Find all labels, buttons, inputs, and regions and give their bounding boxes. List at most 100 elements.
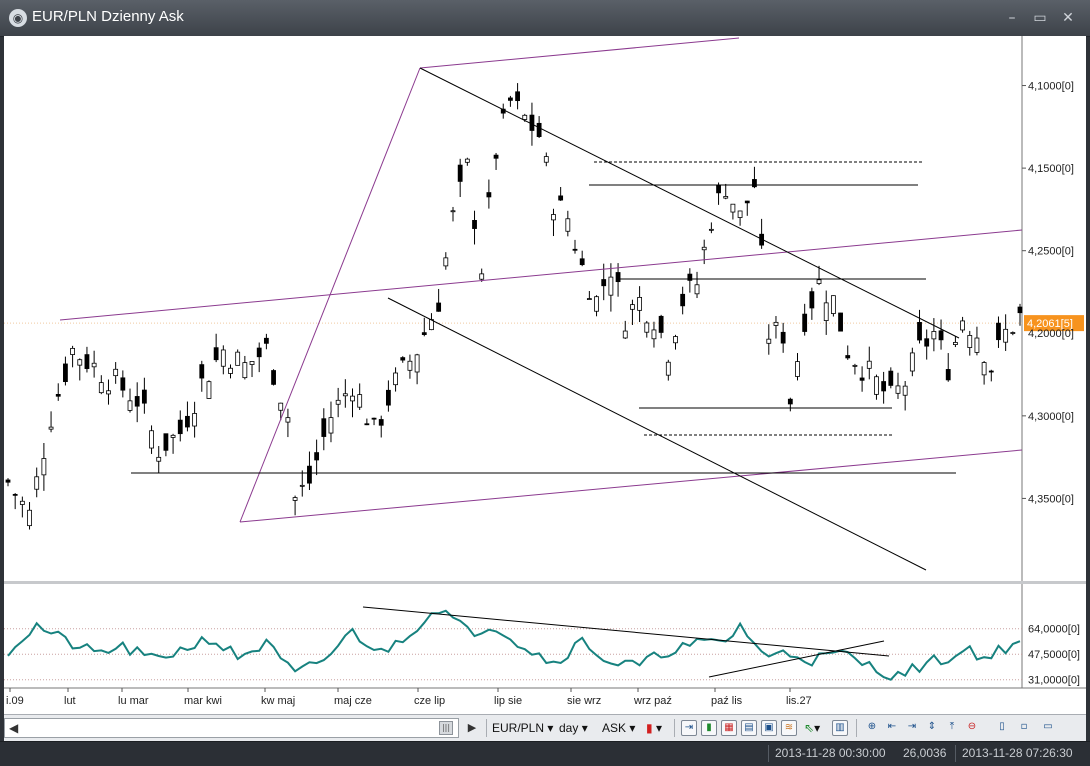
candle-body[interactable] xyxy=(163,433,169,451)
candle-body[interactable] xyxy=(730,203,736,213)
candle-body[interactable] xyxy=(816,279,822,284)
candle-wide-icon[interactable]: ▭ xyxy=(1040,720,1056,736)
candle-body[interactable] xyxy=(464,158,470,163)
candle-body[interactable] xyxy=(917,322,922,341)
horizontal-scrollbar[interactable]: ◀ ||| xyxy=(4,718,459,738)
candle-body[interactable] xyxy=(515,91,520,102)
candle-body[interactable] xyxy=(400,357,406,361)
bar-chart-icon[interactable]: ▦ xyxy=(721,720,737,736)
candle-body[interactable] xyxy=(292,497,298,501)
candle-body[interactable] xyxy=(235,351,241,366)
zoom-in-icon[interactable]: ⊕ xyxy=(864,720,880,736)
candle-body[interactable] xyxy=(113,368,119,377)
close-button[interactable]: ✕ xyxy=(1058,9,1078,27)
candle-body[interactable] xyxy=(1017,306,1023,314)
downtrend-lower-line[interactable] xyxy=(387,297,927,571)
candle-body[interactable] xyxy=(902,385,908,396)
candle-body[interactable] xyxy=(350,395,355,402)
candle-body[interactable] xyxy=(945,369,951,381)
candle-body[interactable] xyxy=(443,257,449,267)
candle-body[interactable] xyxy=(378,419,384,426)
candle-body[interactable] xyxy=(874,376,879,395)
candle-body[interactable] xyxy=(98,382,104,394)
price-chart[interactable]: 4,3500[0] 4,3000[0] 4,2500[0] 4,1500[0] 4,10… xyxy=(4,36,1086,714)
autoscroll-icon[interactable]: ⇥ xyxy=(681,720,697,736)
candle-body[interactable] xyxy=(120,377,126,391)
zoom-out-icon[interactable]: ⊖ xyxy=(964,720,980,736)
candle-body[interactable] xyxy=(479,273,485,280)
candle-body[interactable] xyxy=(91,362,97,368)
maximize-button[interactable]: ▭ xyxy=(1030,9,1050,27)
candle-body[interactable] xyxy=(263,337,269,344)
candle-color-dropdown[interactable]: ▮ ▾ xyxy=(646,719,662,737)
templates-icon[interactable]: ▥ xyxy=(832,720,848,736)
scroll-left-icon[interactable]: ◀ xyxy=(9,721,18,735)
candle-body[interactable] xyxy=(34,476,40,490)
candle-body[interactable] xyxy=(866,360,872,369)
candle-body[interactable] xyxy=(680,293,686,307)
candle-body[interactable] xyxy=(342,393,348,397)
candle-body[interactable] xyxy=(364,423,370,426)
downtrend-upper-line[interactable] xyxy=(419,67,960,339)
candle-body[interactable] xyxy=(622,330,628,339)
candle-body[interactable] xyxy=(881,381,887,392)
candle-body[interactable] xyxy=(895,385,901,394)
candle-body[interactable] xyxy=(106,390,111,395)
candle-body[interactable] xyxy=(127,400,133,411)
grid-icon[interactable]: ▤ xyxy=(741,720,757,736)
candle-body[interactable] xyxy=(888,370,894,386)
candle-body[interactable] xyxy=(371,417,377,420)
candle-body[interactable] xyxy=(974,337,980,353)
candle-body[interactable] xyxy=(213,347,219,361)
candle-narrow-icon[interactable]: ▫ xyxy=(1016,720,1032,736)
candle-body[interactable] xyxy=(185,415,190,428)
oscillator-trend-line[interactable] xyxy=(362,606,890,657)
candle-body[interactable] xyxy=(744,200,750,204)
pane-splitter[interactable] xyxy=(4,581,1086,584)
candle-body[interactable] xyxy=(558,195,564,201)
candle-body[interactable] xyxy=(314,452,320,461)
candle-body[interactable] xyxy=(19,500,25,505)
shift-left-icon[interactable]: ⇤ xyxy=(884,720,900,736)
cursor-tool-dropdown[interactable]: ⇖▾ xyxy=(804,719,820,737)
candle-body[interactable] xyxy=(70,347,75,355)
candle-body[interactable] xyxy=(579,258,585,266)
candle-body[interactable] xyxy=(134,396,140,407)
candle-body[interactable] xyxy=(572,248,578,251)
candle-body[interactable] xyxy=(249,361,255,365)
candle-body[interactable] xyxy=(594,296,599,312)
candle-body[interactable] xyxy=(192,413,198,427)
chart-window-icon[interactable]: ▣ xyxy=(761,720,777,736)
candle-body[interactable] xyxy=(658,315,664,333)
candle-body[interactable] xyxy=(665,361,671,376)
candle-body[interactable] xyxy=(1010,332,1016,334)
candle-body[interactable] xyxy=(41,458,47,476)
candle-body[interactable] xyxy=(845,355,851,359)
candle-body[interactable] xyxy=(177,419,183,435)
candle-body[interactable] xyxy=(48,426,54,430)
candle-body[interactable] xyxy=(1003,328,1009,343)
candle-body[interactable] xyxy=(543,156,549,163)
candle-body[interactable] xyxy=(141,389,147,404)
compress-vertical-icon[interactable]: ⤒ xyxy=(944,720,960,736)
candle-body[interactable] xyxy=(988,370,994,373)
candle-body[interactable] xyxy=(220,349,226,367)
candle-body[interactable] xyxy=(586,298,592,300)
candle-body[interactable] xyxy=(795,361,800,377)
candle-body[interactable] xyxy=(909,352,915,372)
candle-body[interactable] xyxy=(981,362,987,376)
candle-body[interactable] xyxy=(5,479,11,483)
candle-body[interactable] xyxy=(307,465,312,484)
minimize-button[interactable]: – xyxy=(1002,9,1022,27)
oscillator-support-line[interactable] xyxy=(708,640,885,678)
candle-body[interactable] xyxy=(199,364,205,379)
channel-lower-line[interactable] xyxy=(239,449,1023,523)
candle-body[interactable] xyxy=(407,360,413,371)
candle-body[interactable] xyxy=(278,402,284,411)
candle-body[interactable] xyxy=(637,296,643,311)
candle-body[interactable] xyxy=(522,114,528,120)
candle-body[interactable] xyxy=(809,291,815,309)
candle-body[interactable] xyxy=(486,192,492,198)
candle-body[interactable] xyxy=(536,122,542,137)
candle-body[interactable] xyxy=(996,322,1001,341)
